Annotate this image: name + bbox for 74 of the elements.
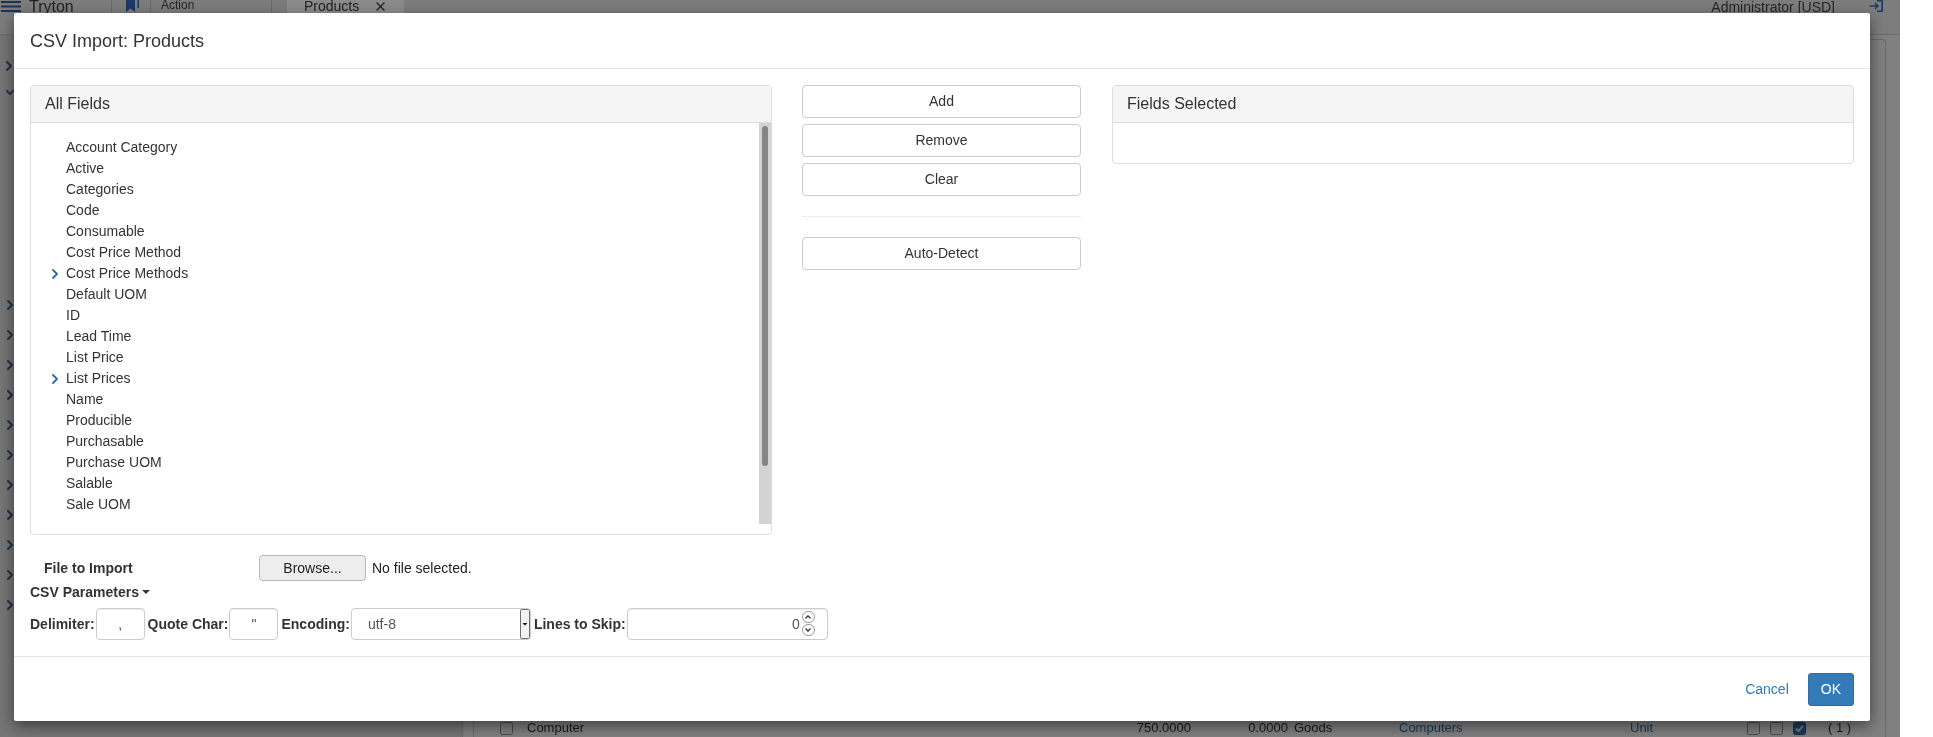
tab[interactable]: Products [287,0,404,13]
field-item[interactable]: Consumable [66,223,145,240]
field-item[interactable]: Default UOM [66,286,147,303]
dropdown-select[interactable]: utf-8 [350,608,531,640]
field-item[interactable]: Account Category [66,139,178,156]
file-status: No file selected. [372,558,472,578]
action-button[interactable]: Add [802,85,1081,118]
chevron-right-icon[interactable] [7,300,13,310]
field-item[interactable]: Sale UOM [66,496,131,513]
brand-name[interactable]: Tryton [29,0,74,13]
table-cell: 750.0000 [1136,720,1191,735]
field-item[interactable]: Name [66,391,104,408]
chevron-right-icon[interactable] [7,330,13,340]
panel-title: Fields Selected [1127,95,1237,113]
table-cell: Goods [1294,720,1333,735]
chevron-right-icon[interactable] [6,61,12,71]
ok-button[interactable]: OK [1807,672,1854,706]
chevron-right-icon[interactable] [52,268,58,279]
checkbox[interactable] [1747,721,1760,735]
field-item[interactable]: Purchasable [66,433,144,450]
panel-title: All Fields [45,95,110,113]
auto-detect-button[interactable]: Auto-Detect [802,237,1081,270]
table-cell: 0.0000 [1248,720,1288,735]
number-field[interactable]: 0 [626,608,828,640]
field-item[interactable]: Categories [66,181,134,198]
chevron-down-icon[interactable] [6,89,14,95]
count-text: ( 1 ) [1828,721,1852,735]
cancel-link[interactable]: Cancel [1745,678,1789,700]
field-item[interactable]: Active [66,160,105,177]
chevron-right-icon[interactable] [7,600,13,610]
chevron-right-icon[interactable] [7,570,13,580]
chevron-down-icon [805,628,812,632]
checkbox[interactable] [1770,721,1783,735]
menu-icon[interactable] [1,1,21,12]
field-item[interactable]: List Prices [66,370,131,387]
field-item[interactable]: Cost Price Method [66,244,182,261]
action-button[interactable]: Clear [802,163,1081,196]
chevron-right-icon[interactable] [7,540,13,550]
chevron-right-icon[interactable] [7,510,13,520]
action-button[interactable]: Remove [802,124,1081,157]
field-item[interactable]: Lead Time [66,328,132,345]
scrollbar-track[interactable] [759,123,771,524]
field-item[interactable]: Cost Price Methods [66,265,189,282]
chevron-right-icon[interactable] [7,450,13,460]
field-item[interactable]: Salable [66,475,113,492]
field-label: File to Import [44,560,133,576]
field-label: Quote Char: [147,614,229,634]
field-label: Encoding: [281,614,350,634]
action-label: Action [161,0,196,11]
browse-button[interactable]: Browse... [259,555,366,581]
checkbox[interactable] [1793,721,1806,735]
row-checkbox[interactable] [500,721,513,735]
bookmark-icon[interactable] [125,0,139,12]
chevron-up-icon [805,615,812,619]
input-field[interactable]: " [229,608,279,640]
chevron-right-icon[interactable] [7,390,13,400]
chevron-right-icon[interactable] [7,360,13,370]
chevron-right-icon[interactable] [52,373,58,384]
logout-icon[interactable] [1869,0,1883,12]
table-cell: Computer [527,720,585,735]
chevron-right-icon[interactable] [7,480,13,490]
field-label: Delimiter: [30,614,95,634]
close-icon[interactable] [376,2,386,11]
input-field[interactable]: , [95,608,145,640]
field-label: Lines to Skip: [533,614,626,634]
dialog-title: CSV Import: Products [30,30,205,51]
field-item[interactable]: Purchase UOM [66,454,162,471]
scrollbar-thumb[interactable] [762,126,768,466]
field-item[interactable]: Producible [66,412,133,429]
csv-parameters-toggle[interactable]: CSV Parameters [30,581,150,603]
field-item[interactable]: ID [66,307,80,324]
field-item[interactable]: Code [66,202,100,219]
field-item[interactable]: List Price [66,349,124,366]
chevron-right-icon[interactable] [7,420,13,430]
